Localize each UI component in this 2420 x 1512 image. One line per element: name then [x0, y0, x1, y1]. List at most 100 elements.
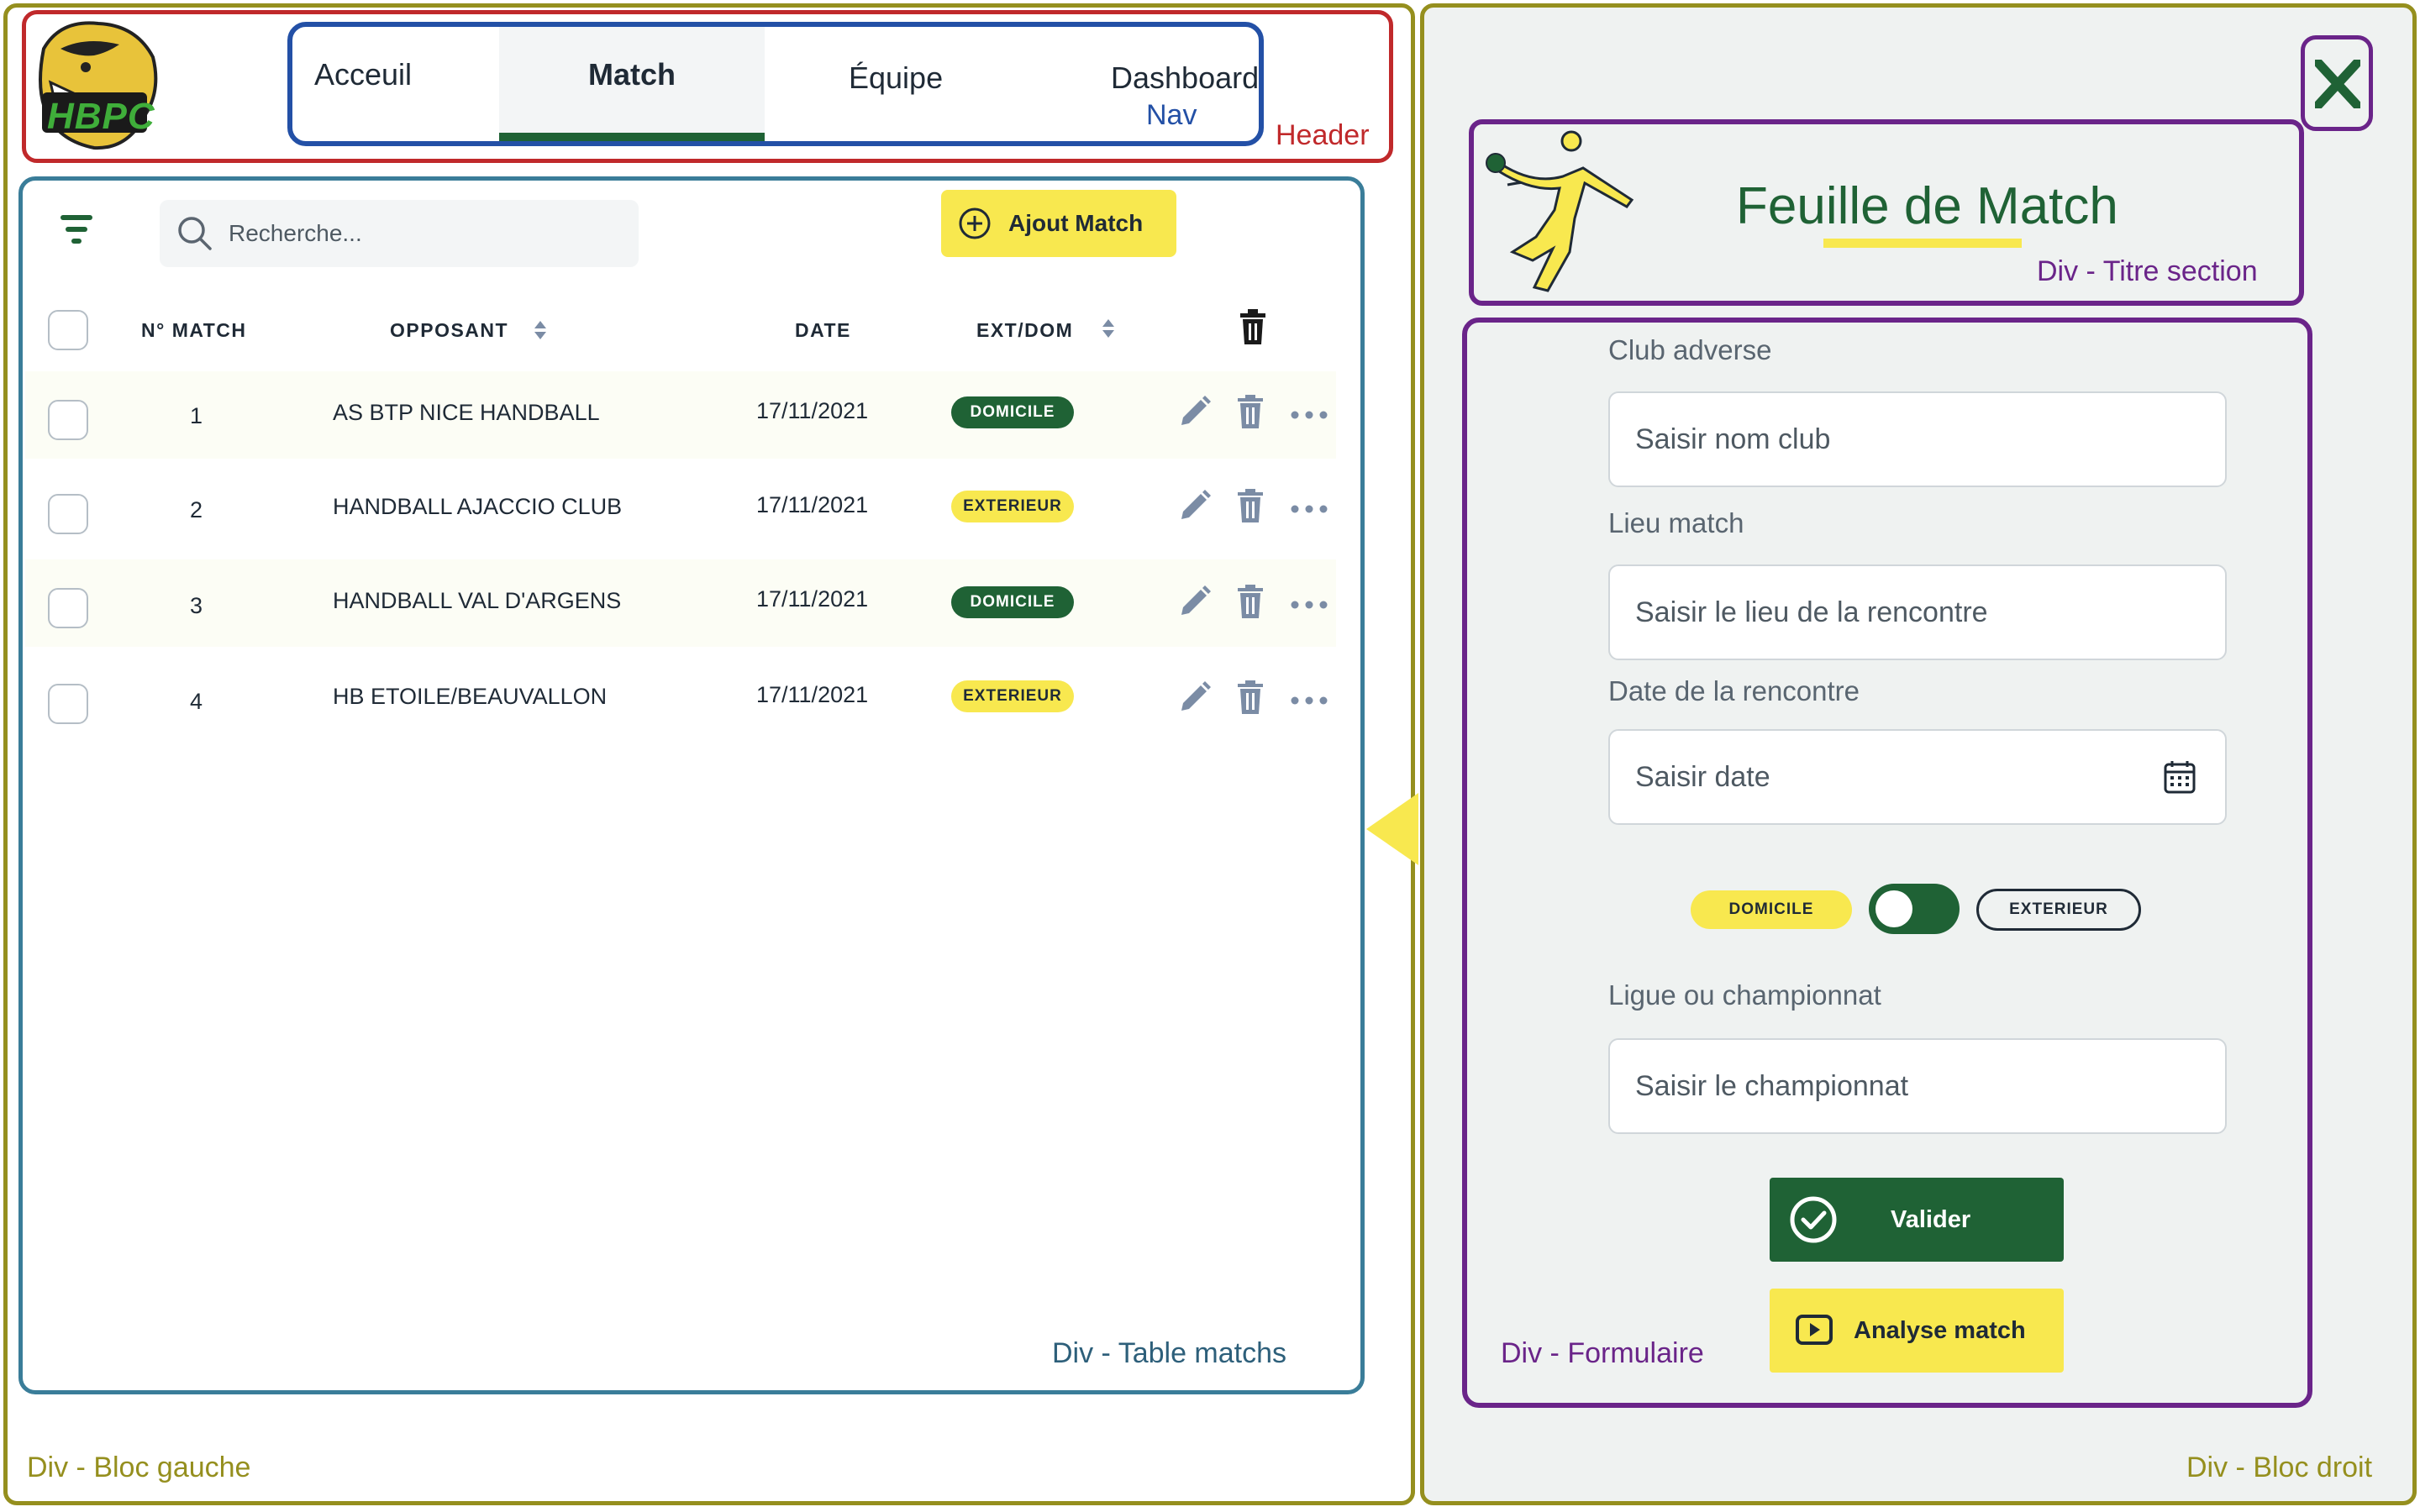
analyse-label: Analyse match: [1854, 1317, 2026, 1344]
section-title: Feuille de Match: [1736, 177, 2118, 235]
edit-icon[interactable]: [1178, 680, 1212, 718]
cell-num: 1: [190, 403, 203, 428]
header-date: DATE: [795, 319, 851, 341]
lieu-label: Lieu match: [1608, 507, 1744, 538]
ligue-input[interactable]: Saisir le championnat: [1608, 1038, 2227, 1134]
nav-annotation: Nav: [1146, 99, 1197, 131]
search-icon: [178, 217, 212, 250]
tab-label: Match: [588, 57, 676, 92]
form-annotation: Div - Formulaire: [1501, 1337, 1704, 1369]
table-annotation: Div - Table matchs: [1052, 1337, 1287, 1369]
tab-label: Équipe: [849, 60, 944, 95]
club-placeholder: Saisir nom club: [1635, 423, 1831, 455]
handball-player-icon: [1482, 126, 1642, 298]
more-options-icon[interactable]: [1291, 694, 1328, 709]
cell-date: 17/11/2021: [756, 492, 869, 517]
header-annotation: Header: [1276, 119, 1370, 151]
status-badge: EXTERIEUR: [951, 491, 1074, 522]
cell-opponent: HB ETOILE/BEAUVALLON: [333, 684, 608, 709]
more-options-icon[interactable]: [1291, 598, 1328, 613]
table-row[interactable]: 3 HANDBALL VAL D'ARGENS 17/11/2021 DOMIC…: [25, 559, 1336, 647]
close-icon: [2315, 60, 2360, 108]
search-input[interactable]: Recherche...: [160, 200, 639, 267]
toggle-knob: [1876, 890, 1912, 927]
sort-extdom-icon[interactable]: [1101, 318, 1116, 344]
left-block-annotation: Div - Bloc gauche: [27, 1452, 251, 1483]
cell-opponent: HANDBALL VAL D'ARGENS: [333, 588, 622, 613]
tab-match[interactable]: Match: [499, 27, 765, 141]
status-badge: DOMICILE: [951, 586, 1074, 618]
video-play-icon: [1796, 1315, 1833, 1345]
toggle-exterieur-label[interactable]: EXTERIEUR: [1976, 889, 2141, 931]
cell-date: 17/11/2021: [756, 682, 869, 707]
home-away-toggle[interactable]: [1869, 884, 1960, 934]
validate-label: Valider: [1891, 1206, 1971, 1233]
sort-opponent-icon[interactable]: [533, 319, 548, 345]
filter-icon[interactable]: [59, 212, 94, 247]
date-label: Date de la rencontre: [1608, 675, 1860, 706]
delete-icon[interactable]: [1237, 680, 1264, 718]
title-annotation: Div - Titre section: [2037, 255, 2258, 287]
tab-label: Dashboards: [1111, 60, 1264, 95]
header-num: N° MATCH: [141, 319, 247, 341]
delete-icon[interactable]: [1237, 585, 1264, 622]
ligue-placeholder: Saisir le championnat: [1635, 1069, 1909, 1102]
table-row[interactable]: 2 HANDBALL AJACCIO CLUB 17/11/2021 EXTER…: [25, 465, 1336, 553]
logo-text: HBPC: [47, 96, 155, 137]
tab-label: Acceuil: [314, 57, 413, 92]
more-options-icon[interactable]: [1291, 408, 1328, 423]
tab-equipe[interactable]: Équipe: [765, 27, 1017, 141]
select-all-checkbox[interactable]: [48, 310, 88, 350]
status-badge: EXTERIEUR: [951, 680, 1074, 712]
date-input[interactable]: Saisir date: [1608, 729, 2227, 825]
header-opponent[interactable]: OPPOSANT: [390, 319, 508, 342]
club-logo[interactable]: HBPC: [27, 15, 161, 153]
cell-num: 3: [190, 593, 203, 618]
table-row[interactable]: 4 HB ETOILE/BEAUVALLON 17/11/2021 EXTERI…: [25, 655, 1336, 743]
bulk-delete-icon[interactable]: [1239, 309, 1267, 349]
club-input[interactable]: Saisir nom club: [1608, 391, 2227, 487]
cell-num: 4: [190, 689, 203, 714]
table-row[interactable]: 1 AS BTP NICE HANDBALL 17/11/2021 DOMICI…: [25, 371, 1336, 459]
check-circle-icon: [1790, 1196, 1837, 1243]
delete-icon[interactable]: [1237, 489, 1264, 527]
lieu-placeholder: Saisir le lieu de la rencontre: [1635, 596, 1988, 628]
edit-icon[interactable]: [1178, 585, 1212, 622]
edit-icon[interactable]: [1178, 395, 1212, 433]
search-placeholder: Recherche...: [229, 220, 362, 246]
edit-icon[interactable]: [1178, 489, 1212, 527]
cell-opponent: AS BTP NICE HANDBALL: [333, 400, 600, 425]
cell-date: 17/11/2021: [756, 398, 869, 423]
add-match-button[interactable]: Ajout Match: [941, 190, 1176, 257]
ligue-label: Ligue ou championnat: [1608, 979, 1881, 1011]
add-match-label: Ajout Match: [1008, 210, 1144, 236]
row-checkbox[interactable]: [48, 588, 88, 628]
row-checkbox[interactable]: [48, 400, 88, 440]
club-label: Club adverse: [1608, 334, 1772, 365]
matches-table-panel: [18, 176, 1365, 1394]
close-button[interactable]: [2301, 35, 2373, 131]
main-nav: Acceuil Match Équipe Dashboards Nav: [287, 22, 1264, 146]
lieu-input[interactable]: Saisir le lieu de la rencontre: [1608, 564, 2227, 660]
row-checkbox[interactable]: [48, 684, 88, 724]
row-checkbox[interactable]: [48, 494, 88, 534]
cell-num: 2: [190, 497, 203, 522]
title-underline: [1823, 239, 2022, 248]
delete-icon[interactable]: [1237, 395, 1264, 433]
calendar-icon[interactable]: [2163, 759, 2196, 795]
cell-opponent: HANDBALL AJACCIO CLUB: [333, 494, 623, 519]
more-options-icon[interactable]: [1291, 502, 1328, 517]
cell-date: 17/11/2021: [756, 586, 869, 612]
tab-acceuil[interactable]: Acceuil: [292, 27, 499, 141]
panel-arrow-icon[interactable]: [1366, 793, 1418, 869]
status-badge: DOMICILE: [951, 396, 1074, 428]
toggle-domicile-label[interactable]: DOMICILE: [1691, 890, 1852, 929]
active-tab-indicator: [499, 133, 765, 141]
right-block-annotation: Div - Bloc droit: [2186, 1452, 2373, 1483]
analyse-match-button[interactable]: Analyse match: [1770, 1289, 2064, 1373]
add-circle-icon: [959, 207, 991, 239]
date-placeholder: Saisir date: [1635, 760, 1770, 793]
validate-button[interactable]: Valider: [1770, 1178, 2064, 1262]
tab-dashboards[interactable]: Dashboards: [1017, 27, 1259, 141]
header-extdom[interactable]: EXT/DOM: [976, 319, 1073, 342]
